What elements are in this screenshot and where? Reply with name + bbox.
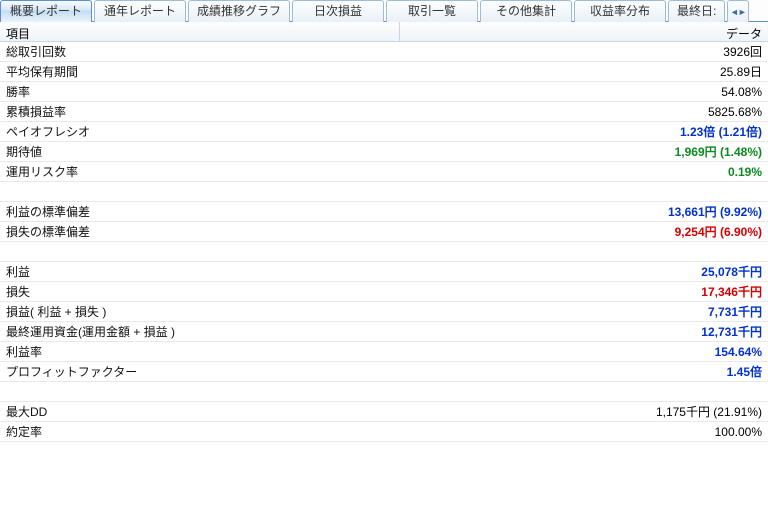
row-value: 3926回 xyxy=(400,43,768,60)
tab-daily-pnl[interactable]: 日次損益 xyxy=(292,0,384,22)
table-row xyxy=(0,242,768,262)
row-value: 12,731千円 xyxy=(400,323,768,340)
tab-performance-graph[interactable]: 成績推移グラフ xyxy=(188,0,290,22)
row-value: 25.89日 xyxy=(400,63,768,80)
row-label: 期待値 xyxy=(0,143,400,160)
row-value: 154.64% xyxy=(400,345,768,359)
row-label: 勝率 xyxy=(0,83,400,100)
row-label: 最大DD xyxy=(0,403,400,420)
row-label: プロフィットファクター xyxy=(0,363,400,380)
tabbar: 概要レポート 通年レポート 成績推移グラフ 日次損益 取引一覧 その他集計 収益… xyxy=(0,0,768,22)
row-label: 利益率 xyxy=(0,343,400,360)
row-label: 損失の標準偏差 xyxy=(0,223,400,240)
tab-other-aggregates[interactable]: その他集計 xyxy=(480,0,572,22)
table-row xyxy=(0,182,768,202)
row-label: 累積損益率 xyxy=(0,103,400,120)
row-label: 運用リスク率 xyxy=(0,163,400,180)
column-header-data[interactable]: データ xyxy=(400,22,768,41)
row-value: 25,078千円 xyxy=(400,263,768,280)
row-label: 利益 xyxy=(0,263,400,280)
tab-last-day[interactable]: 最終日: xyxy=(668,0,725,22)
row-value: 5825.68% xyxy=(400,105,768,119)
tab-summary-report[interactable]: 概要レポート xyxy=(0,0,92,22)
report-rows: 総取引回数3926回平均保有期間25.89日勝率54.08%累積損益率5825.… xyxy=(0,42,768,442)
row-label: 損失 xyxy=(0,283,400,300)
tab-return-distribution[interactable]: 収益率分布 xyxy=(574,0,666,22)
row-value: 13,661円 (9.92%) xyxy=(400,203,768,220)
row-value: 54.08% xyxy=(400,85,768,99)
row-value: 9,254円 (6.90%) xyxy=(400,223,768,240)
table-row: 損失17,346千円 xyxy=(0,282,768,302)
table-row xyxy=(0,382,768,402)
table-row: 総取引回数3926回 xyxy=(0,42,768,62)
table-row: ペイオフレシオ1.23倍 (1.21倍) xyxy=(0,122,768,142)
row-label: 約定率 xyxy=(0,423,400,440)
row-label: 総取引回数 xyxy=(0,43,400,60)
table-row: 平均保有期間25.89日 xyxy=(0,62,768,82)
table-row: 損益( 利益 + 損失 )7,731千円 xyxy=(0,302,768,322)
table-header: 項目 データ xyxy=(0,22,768,42)
row-label: 平均保有期間 xyxy=(0,63,400,80)
row-label: 損益( 利益 + 損失 ) xyxy=(0,303,400,320)
tab-trades-list[interactable]: 取引一覧 xyxy=(386,0,478,22)
row-label: ペイオフレシオ xyxy=(0,123,400,140)
table-row: プロフィットファクター1.45倍 xyxy=(0,362,768,382)
row-value: 1,175千円 (21.91%) xyxy=(400,403,768,420)
table-row: 利益の標準偏差13,661円 (9.92%) xyxy=(0,202,768,222)
row-label: 利益の標準偏差 xyxy=(0,203,400,220)
tab-scroll-right-icon[interactable]: ► xyxy=(738,5,746,19)
row-label: 最終運用資金(運用金額 + 損益 ) xyxy=(0,323,400,340)
row-value: 7,731千円 xyxy=(400,303,768,320)
row-value: 1.23倍 (1.21倍) xyxy=(400,123,768,140)
row-value: 1,969円 (1.48%) xyxy=(400,143,768,160)
tab-yearly-report[interactable]: 通年レポート xyxy=(94,0,186,22)
table-row: 利益25,078千円 xyxy=(0,262,768,282)
table-row: 最大DD1,175千円 (21.91%) xyxy=(0,402,768,422)
table-row: 損失の標準偏差9,254円 (6.90%) xyxy=(0,222,768,242)
table-row: 利益率154.64% xyxy=(0,342,768,362)
row-value: 1.45倍 xyxy=(400,363,768,380)
table-row: 運用リスク率0.19% xyxy=(0,162,768,182)
table-row: 累積損益率5825.68% xyxy=(0,102,768,122)
column-header-item[interactable]: 項目 xyxy=(0,22,400,41)
table-row: 期待値1,969円 (1.48%) xyxy=(0,142,768,162)
row-value: 100.00% xyxy=(400,425,768,439)
table-row: 約定率100.00% xyxy=(0,422,768,442)
row-value: 0.19% xyxy=(400,165,768,179)
row-value: 17,346千円 xyxy=(400,283,768,300)
tab-scroll: ◄ ► xyxy=(727,0,749,22)
table-row: 最終運用資金(運用金額 + 損益 )12,731千円 xyxy=(0,322,768,342)
table-row: 勝率54.08% xyxy=(0,82,768,102)
